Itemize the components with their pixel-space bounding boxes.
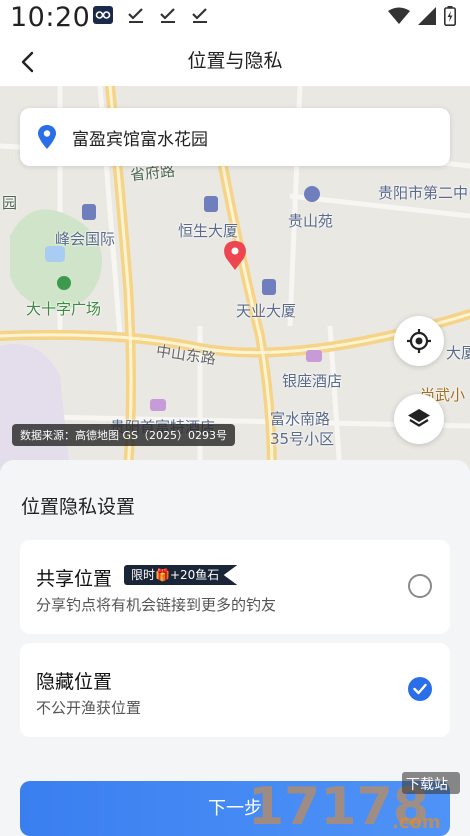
radio-unselected-icon[interactable] — [408, 574, 432, 598]
map-label-left-partial: 园 — [2, 194, 18, 212]
status-time: 10:20 — [10, 2, 91, 33]
page-title: 位置与隐私 — [187, 50, 283, 72]
location-search-card[interactable]: 富盈宾馆富水花园 — [20, 108, 450, 166]
option-title: 共享位置 — [36, 568, 113, 590]
option-hide-location[interactable]: 隐藏位置 不公开渔获位置 — [20, 643, 450, 737]
map-attribution: 数据来源：高德地图 GS（2025）0293号 — [12, 424, 235, 446]
map-label-guiyang-second: 贵阳市第二中 — [378, 184, 469, 202]
map-label-hengsheng: 恒生大厦 — [178, 222, 239, 240]
locate-button[interactable] — [394, 316, 444, 366]
nav-bar: 位置与隐私 — [0, 36, 470, 86]
option-desc: 分享钓点将有机会链接到更多的钓友 — [36, 596, 277, 614]
map-label-right-partial: 大厦 — [446, 344, 470, 362]
download-done-icon — [160, 8, 175, 23]
map-label-no35: 35号小区 — [270, 430, 335, 448]
radio-selected-icon[interactable] — [408, 677, 432, 701]
map-label-shizi: 大十字广场 — [26, 300, 102, 318]
download-done-icon — [192, 8, 207, 23]
layers-icon — [408, 409, 430, 427]
map-label-fenghui: 峰会国际 — [55, 230, 116, 248]
sheet-title: 位置隐私设置 — [21, 496, 136, 518]
layers-button[interactable] — [394, 394, 444, 444]
notification-icons — [93, 6, 209, 24]
option-desc: 不公开渔获位置 — [36, 699, 142, 717]
wifi-icon — [388, 7, 410, 24]
option-share-location[interactable]: 共享位置 限时🎁+20鱼石 分享钓点将有机会链接到更多的钓友 — [20, 540, 450, 634]
watermark-logo: 17178 .com 下载站 — [248, 772, 460, 832]
watermark-domain: .com — [392, 812, 441, 832]
map-label-yinzuo: 银座酒店 — [282, 372, 343, 390]
crosshair-icon — [407, 329, 431, 353]
status-bar: 10:20 — [0, 0, 470, 36]
app-notification-icon — [93, 6, 113, 24]
battery-icon — [444, 6, 456, 26]
map-label-fushui-south: 富水南路 — [270, 410, 331, 428]
map-label-guishanyuan: 贵山苑 — [288, 212, 334, 230]
location-pin-icon — [38, 125, 56, 149]
check-icon — [413, 683, 427, 695]
option-title: 隐藏位置 — [36, 671, 113, 693]
map-label-tianye: 天业大厦 — [236, 302, 297, 320]
watermark-tag: 下载站 — [406, 777, 448, 793]
system-icons — [388, 6, 456, 26]
promo-badge: 限时🎁+20鱼石 — [124, 565, 238, 585]
download-done-icon — [128, 8, 143, 23]
signal-icon — [418, 7, 436, 25]
location-name: 富盈宾馆富水花园 — [72, 130, 208, 150]
